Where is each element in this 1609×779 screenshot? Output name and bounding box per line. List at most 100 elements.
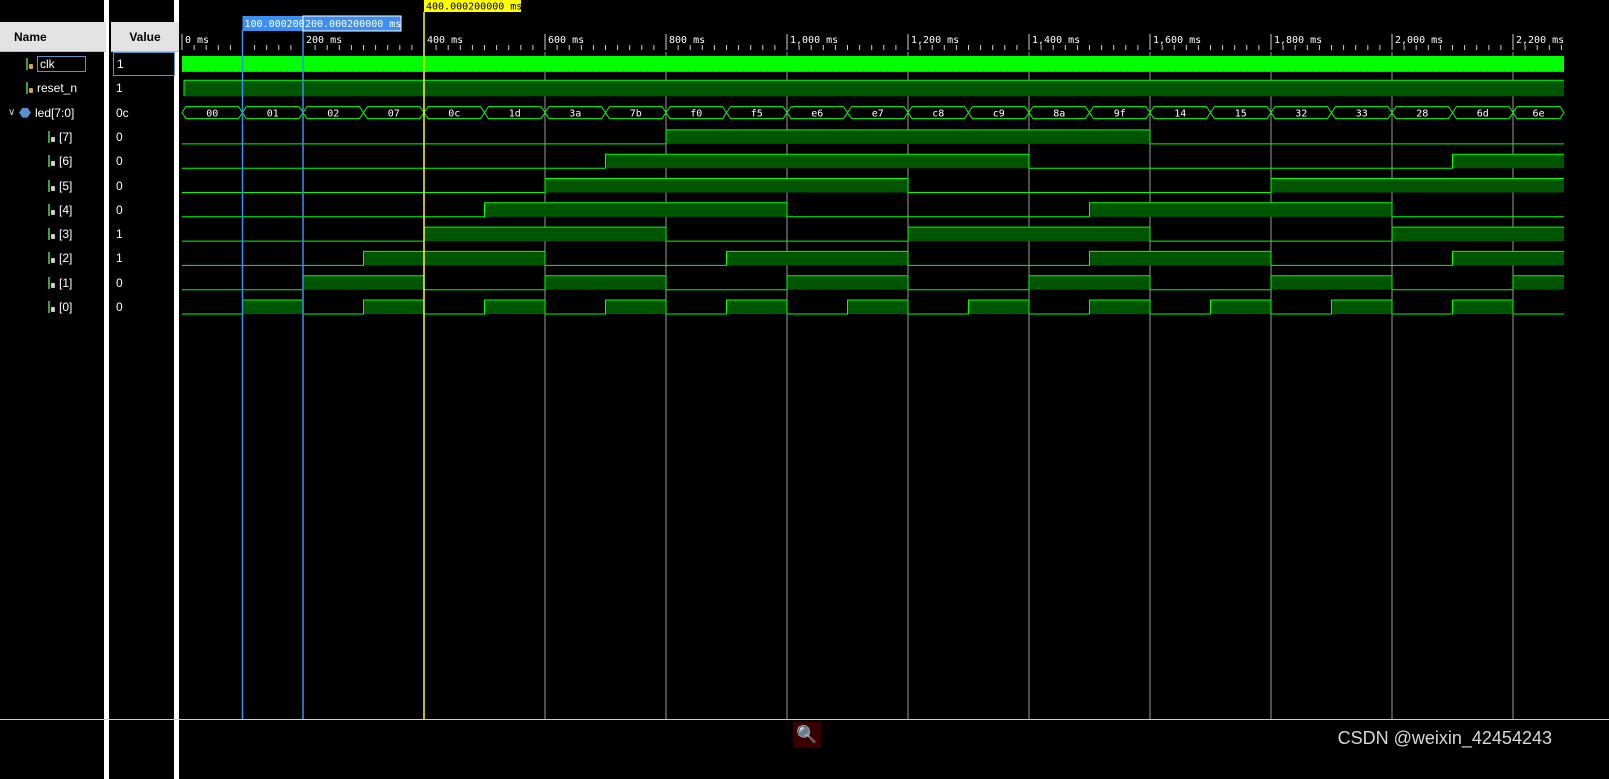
bus-value-label: 3a (569, 109, 581, 120)
bit-high-fill (787, 275, 848, 290)
bit-high-fill (1089, 227, 1150, 242)
bit-high-fill (1089, 251, 1150, 266)
bus-value-label: 15 (1235, 109, 1247, 120)
bit-high-fill (484, 251, 545, 266)
bit-high-fill (1331, 202, 1392, 217)
bus-value-label: 32 (1295, 109, 1307, 120)
bit-high-fill (1089, 202, 1150, 217)
time-tick-label: 800 ms (669, 35, 705, 46)
bit-high-fill (1150, 251, 1211, 266)
bit-high-fill (908, 154, 969, 169)
bit-high-fill (1452, 154, 1513, 169)
bit-high-fill (1150, 202, 1211, 217)
bit-high-fill (1513, 275, 1564, 290)
bit-high-fill (1331, 300, 1392, 314)
bit-high-fill (847, 178, 908, 193)
time-tick-label: 1,400 ms (1032, 35, 1080, 46)
bus-value-label: 1d (509, 109, 521, 120)
bit-high-fill (1089, 300, 1150, 314)
panel-bottom-divider (0, 719, 1609, 720)
bus-value-label: e7 (872, 109, 884, 120)
bit-high-fill (363, 275, 424, 290)
bit-high-fill (484, 300, 545, 314)
bit-high-fill (847, 129, 908, 144)
bit-high-fill (424, 227, 485, 242)
bit-high-fill (1029, 227, 1090, 242)
clk-wave (182, 56, 1564, 72)
time-tick-label: 600 ms (548, 35, 584, 46)
bit-high-fill (968, 129, 1029, 144)
bit-high-fill (726, 300, 787, 314)
bit-high-fill (1210, 251, 1271, 266)
watermark: CSDN @weixin_42454243 (1337, 728, 1552, 748)
bit-high-fill (605, 202, 666, 217)
bus-value-label: 14 (1174, 109, 1186, 120)
bit-high-fill (787, 129, 848, 144)
bit-high-fill (605, 227, 666, 242)
bit-high-fill (605, 178, 666, 193)
bit-high-fill (363, 300, 424, 314)
time-tick-label: 200 ms (306, 35, 342, 46)
bit-high-fill (847, 275, 908, 290)
time-tick-label: 400 ms (427, 35, 463, 46)
bus-value-label: 02 (327, 109, 339, 120)
waveform-canvas[interactable]: 0 ms 200 ms 400 ms 600 ms 800 ms 1,000 ms 1,20… (0, 0, 1609, 779)
bit-high-fill (787, 178, 848, 193)
bit-high-fill (968, 300, 1029, 314)
bit-high-fill (605, 154, 666, 169)
time-tick-label: 0 ms (185, 35, 209, 46)
bus-value-label: f5 (751, 109, 763, 120)
bit-high-fill (1271, 275, 1332, 290)
bit-high-fill (968, 154, 1029, 169)
bit-high-fill (484, 202, 545, 217)
bit-high-fill (666, 178, 727, 193)
bit-high-fill (968, 227, 1029, 242)
bit-high-fill (1392, 178, 1453, 193)
time-tick-label: 1,600 ms (1153, 35, 1201, 46)
time-tick-label: 2,000 ms (1395, 35, 1443, 46)
bit-high-fill (726, 154, 787, 169)
bus-value-label: 8a (1053, 109, 1065, 120)
cursor-label: 200.000200000 ms (305, 19, 401, 30)
bit-high-fill (1513, 154, 1564, 169)
bus-value-label: c9 (993, 109, 1005, 120)
time-tick-label: 1,000 ms (790, 35, 838, 46)
bus-value-label: 6e (1532, 109, 1544, 120)
bus-value-label: 00 (206, 109, 218, 120)
bus-value-label: c8 (932, 109, 944, 120)
reset-fill (184, 80, 1564, 97)
bit-high-fill (1089, 275, 1150, 290)
bit-high-fill (424, 251, 485, 266)
bit-high-fill (1452, 178, 1513, 193)
bit-high-fill (666, 154, 727, 169)
bit-high-fill (1210, 202, 1271, 217)
bit-high-fill (1513, 251, 1564, 266)
bit-high-fill (545, 275, 606, 290)
bit-high-fill (666, 202, 727, 217)
bus-value-label: e6 (811, 109, 823, 120)
bit-high-fill (726, 251, 787, 266)
bit-wave (182, 226, 1564, 242)
bit-high-fill (363, 251, 424, 266)
bit-high-fill (1210, 300, 1271, 314)
time-tick-label: 1,200 ms (911, 35, 959, 46)
cursor-label: 400.000200000 ms (426, 2, 522, 13)
bus-value-label: 33 (1356, 109, 1368, 120)
cursor-label: 100.000200 (245, 19, 305, 30)
bus-value-label: 28 (1416, 109, 1428, 120)
bus-value-label: 07 (388, 109, 400, 120)
bit-high-fill (1513, 227, 1564, 242)
bit-high-fill (847, 300, 908, 314)
bit-high-fill (545, 227, 606, 242)
bus-value-label: 7b (630, 109, 642, 120)
bus-value-label: 0c (448, 109, 460, 120)
bit-high-fill (726, 178, 787, 193)
bit-high-fill (484, 227, 545, 242)
bit-high-fill (1452, 300, 1513, 314)
time-tick-label: 1,800 ms (1274, 35, 1322, 46)
bit-high-fill (545, 178, 606, 193)
bit-high-fill (1271, 202, 1332, 217)
bit-high-fill (787, 251, 848, 266)
bit-high-fill (242, 300, 303, 314)
search-icon[interactable]: 🔍 (793, 722, 821, 748)
